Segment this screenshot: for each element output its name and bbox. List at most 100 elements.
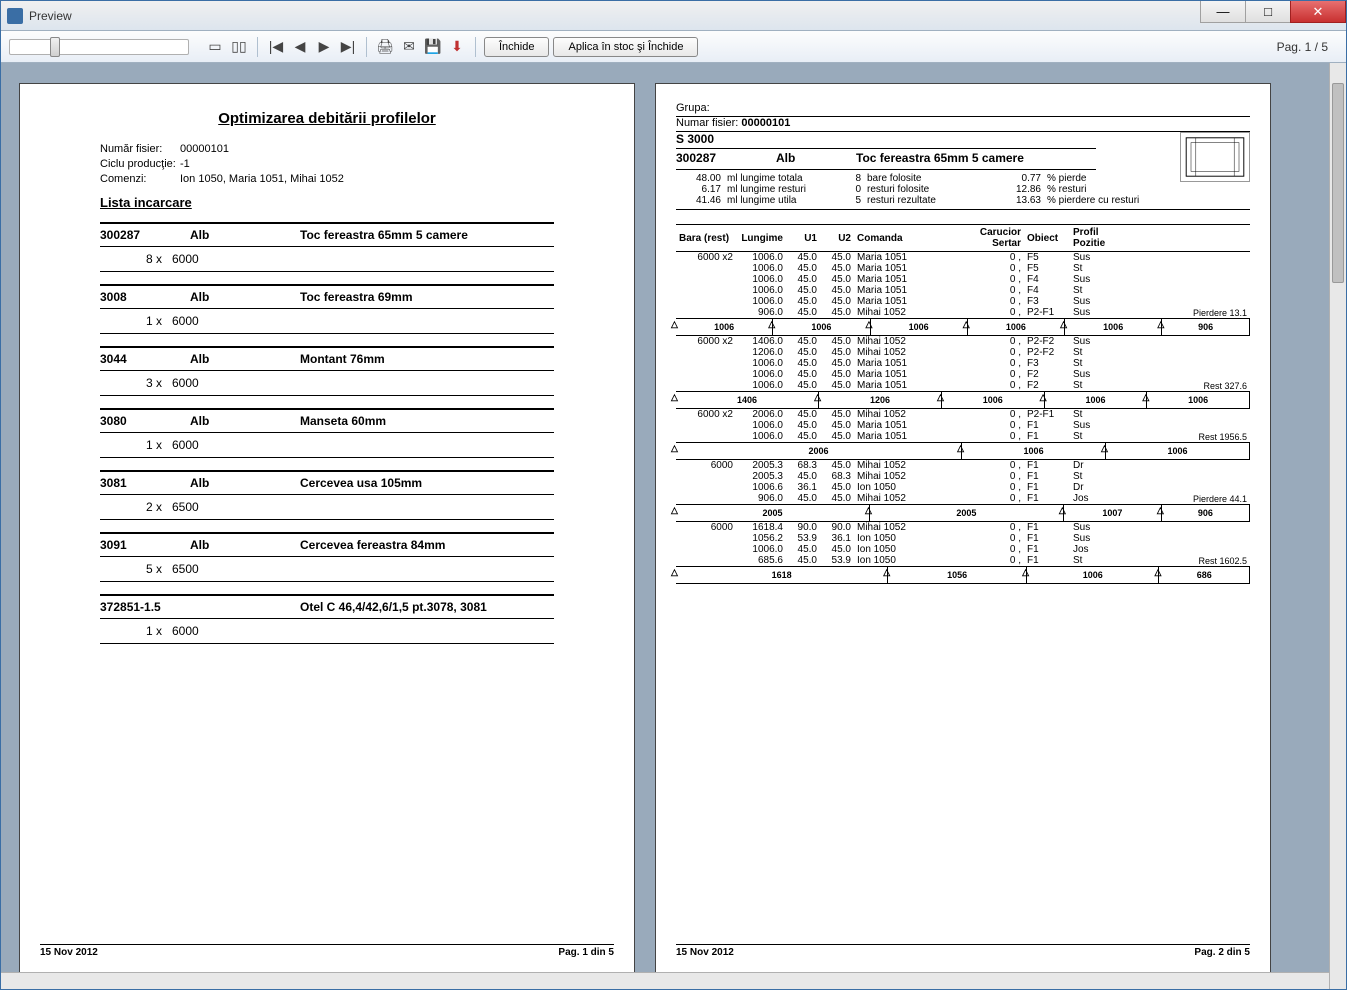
bar-segment: 1006	[871, 319, 968, 335]
cell-u1: 45.0	[786, 544, 820, 555]
next-page-icon[interactable]: ▶	[314, 37, 334, 57]
block-desc: Cercevea usa 105mm	[300, 476, 554, 490]
cell-poz: Jos	[1070, 544, 1110, 555]
maximize-button[interactable]: □	[1245, 1, 1291, 23]
page-2: Grupa: Numar fisier: 00000101 S 3000 300…	[655, 83, 1271, 973]
cell-cmd: Maria 1051	[854, 358, 964, 369]
cell-bar: 6000	[676, 460, 736, 472]
block-color: Alb	[190, 538, 300, 552]
summary-text: ml lungime resturi	[727, 184, 806, 195]
file-value: 00000101	[741, 117, 790, 129]
cell-cmd: Mihai 1052	[854, 336, 964, 348]
table-row: 906.0 45.0 45.0 Mihai 1052 0 , P2-F1 Sus…	[676, 307, 1250, 319]
cell-obj: F1	[1024, 544, 1070, 555]
print-icon[interactable]: 🖨	[375, 37, 395, 57]
cell-note	[1110, 252, 1250, 264]
cell-obj: F1	[1024, 482, 1070, 493]
cell-obj: F3	[1024, 358, 1070, 369]
cell-sertar: 0 ,	[964, 285, 1024, 296]
th-u1: U1	[786, 225, 820, 252]
pdf-icon[interactable]: ⬇	[447, 37, 467, 57]
cell-bar	[676, 471, 736, 482]
cell-u1: 45.0	[786, 409, 820, 421]
cell-u2: 45.0	[820, 409, 854, 421]
th-bara: Bara (rest)	[676, 225, 736, 252]
cell-note	[1110, 336, 1250, 348]
cell-note	[1110, 296, 1250, 307]
cell-bar	[676, 544, 736, 555]
cell-sertar: 0 ,	[964, 460, 1024, 472]
close-button[interactable]: Închide	[484, 37, 549, 57]
mail-icon[interactable]: ✉	[399, 37, 419, 57]
cell-note	[1110, 460, 1250, 472]
cell-cmd: Maria 1051	[854, 369, 964, 380]
cell-sertar: 0 ,	[964, 420, 1024, 431]
cell-u2: 45.0	[820, 358, 854, 369]
block-desc: Cercevea fereastra 84mm	[300, 538, 554, 552]
block-code: 3081	[100, 476, 190, 490]
horizontal-scrollbar[interactable]	[1, 972, 1329, 989]
cell-cmd: Maria 1051	[854, 263, 964, 274]
cell-u1: 45.0	[786, 471, 820, 482]
orders-label: Comenzi:	[100, 173, 180, 185]
first-page-icon[interactable]: |◀	[266, 37, 286, 57]
table-row: 6000 x2 1006.0 45.0 45.0 Maria 1051 0 , …	[676, 252, 1250, 264]
cell-bar	[676, 380, 736, 392]
cell-u1: 45.0	[786, 347, 820, 358]
file-label: Numar fisier:	[676, 117, 738, 129]
cell-len: 906.0	[736, 307, 786, 319]
block-qty-line: 2 x 6500	[100, 495, 554, 520]
toolbar: ▭ ▯▯ |◀ ◀ ▶ ▶| 🖨 ✉ 💾 ⬇ Închide Aplica în…	[1, 31, 1346, 63]
th-u2: U2	[820, 225, 854, 252]
cell-poz: St	[1070, 380, 1110, 392]
vertical-scrollbar[interactable]	[1329, 63, 1346, 989]
zoom-slider[interactable]	[9, 39, 189, 55]
cell-obj: F1	[1024, 471, 1070, 482]
cell-poz: Sus	[1070, 274, 1110, 285]
cell-poz: Sus	[1070, 522, 1110, 534]
table-row: 1206.0 45.0 45.0 Mihai 1052 0 , P2-F2 St	[676, 347, 1250, 358]
cell-cmd: Mihai 1052	[854, 522, 964, 534]
single-page-icon[interactable]: ▭	[205, 37, 225, 57]
close-window-button[interactable]: ✕	[1290, 1, 1346, 23]
last-page-icon[interactable]: ▶|	[338, 37, 358, 57]
minimize-button[interactable]: —	[1200, 1, 1246, 23]
cell-u1: 45.0	[786, 252, 820, 264]
cell-sertar: 0 ,	[964, 369, 1024, 380]
cell-sertar: 0 ,	[964, 533, 1024, 544]
cell-cmd: Ion 1050	[854, 482, 964, 493]
cell-u1: 45.0	[786, 307, 820, 319]
multi-page-icon[interactable]: ▯▯	[229, 37, 249, 57]
cell-u1: 45.0	[786, 369, 820, 380]
separator	[366, 37, 367, 57]
cell-len: 685.6	[736, 555, 786, 567]
table-row: 1006.0 45.0 45.0 Maria 1051 0 , F4 St	[676, 285, 1250, 296]
table-row: 1006.0 45.0 45.0 Maria 1051 0 , F3 St	[676, 358, 1250, 369]
cell-bar	[676, 347, 736, 358]
cell-poz: Sus	[1070, 307, 1110, 319]
cell-u1: 53.9	[786, 533, 820, 544]
summary-num: 0	[836, 184, 861, 195]
model: S 3000	[676, 132, 1250, 146]
cell-cmd: Maria 1051	[854, 285, 964, 296]
cell-len: 1006.0	[736, 252, 786, 264]
cell-note: Pierdere 13.1	[1110, 307, 1250, 319]
cell-u2: 68.3	[820, 471, 854, 482]
bar-segment: 1006	[676, 319, 773, 335]
prev-page-icon[interactable]: ◀	[290, 37, 310, 57]
save-icon[interactable]: 💾	[423, 37, 443, 57]
cell-u1: 45.0	[786, 336, 820, 348]
bar-strip-row: 14061206100610061006	[676, 392, 1250, 409]
block-code: 3008	[100, 290, 190, 304]
cell-poz: St	[1070, 471, 1110, 482]
cell-bar	[676, 369, 736, 380]
cell-note	[1110, 369, 1250, 380]
cell-poz: Sus	[1070, 336, 1110, 348]
cell-note	[1110, 533, 1250, 544]
cell-poz: St	[1070, 358, 1110, 369]
apply-stock-close-button[interactable]: Aplica în stoc şi Închide	[553, 37, 698, 57]
cell-sertar: 0 ,	[964, 263, 1024, 274]
page-footer: 15 Nov 2012 Pag. 2 din 5	[676, 944, 1250, 958]
block-code: 372851-1.5	[100, 600, 190, 614]
cell-note: Rest 1956.5	[1110, 431, 1250, 443]
